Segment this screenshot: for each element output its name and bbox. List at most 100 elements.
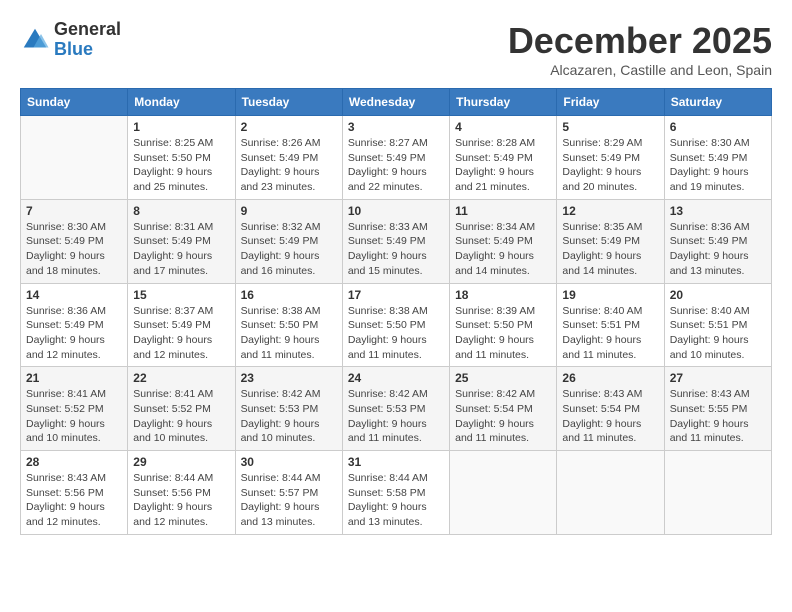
day-number: 16	[241, 288, 337, 302]
calendar-week-row: 21 Sunrise: 8:41 AM Sunset: 5:52 PM Dayli…	[21, 367, 772, 451]
day-number: 30	[241, 455, 337, 469]
weekday-header-saturday: Saturday	[664, 89, 771, 116]
day-info: Sunrise: 8:32 AM Sunset: 5:49 PM Dayligh…	[241, 220, 337, 279]
day-info: Sunrise: 8:27 AM Sunset: 5:49 PM Dayligh…	[348, 136, 444, 195]
day-number: 3	[348, 120, 444, 134]
day-info: Sunrise: 8:30 AM Sunset: 5:49 PM Dayligh…	[670, 136, 766, 195]
calendar-cell: 23 Sunrise: 8:42 AM Sunset: 5:53 PM Dayli…	[235, 367, 342, 451]
title-block: December 2025 Alcazaren, Castille and Le…	[508, 20, 772, 78]
day-info: Sunrise: 8:36 AM Sunset: 5:49 PM Dayligh…	[26, 304, 122, 363]
day-number: 29	[133, 455, 229, 469]
day-number: 21	[26, 371, 122, 385]
calendar-cell: 2 Sunrise: 8:26 AM Sunset: 5:49 PM Daylig…	[235, 116, 342, 200]
weekday-header-sunday: Sunday	[21, 89, 128, 116]
day-number: 17	[348, 288, 444, 302]
day-info: Sunrise: 8:34 AM Sunset: 5:49 PM Dayligh…	[455, 220, 551, 279]
day-number: 10	[348, 204, 444, 218]
day-number: 6	[670, 120, 766, 134]
calendar-cell: 27 Sunrise: 8:43 AM Sunset: 5:55 PM Dayli…	[664, 367, 771, 451]
calendar-cell: 7 Sunrise: 8:30 AM Sunset: 5:49 PM Daylig…	[21, 199, 128, 283]
day-number: 12	[562, 204, 658, 218]
day-info: Sunrise: 8:42 AM Sunset: 5:53 PM Dayligh…	[348, 387, 444, 446]
calendar-cell: 5 Sunrise: 8:29 AM Sunset: 5:49 PM Daylig…	[557, 116, 664, 200]
calendar-week-row: 28 Sunrise: 8:43 AM Sunset: 5:56 PM Dayli…	[21, 451, 772, 535]
calendar-cell: 30 Sunrise: 8:44 AM Sunset: 5:57 PM Dayli…	[235, 451, 342, 535]
calendar-cell: 8 Sunrise: 8:31 AM Sunset: 5:49 PM Daylig…	[128, 199, 235, 283]
day-info: Sunrise: 8:40 AM Sunset: 5:51 PM Dayligh…	[670, 304, 766, 363]
day-number: 7	[26, 204, 122, 218]
logo: General Blue	[20, 20, 121, 60]
day-info: Sunrise: 8:30 AM Sunset: 5:49 PM Dayligh…	[26, 220, 122, 279]
day-info: Sunrise: 8:39 AM Sunset: 5:50 PM Dayligh…	[455, 304, 551, 363]
calendar-cell: 16 Sunrise: 8:38 AM Sunset: 5:50 PM Dayli…	[235, 283, 342, 367]
day-info: Sunrise: 8:25 AM Sunset: 5:50 PM Dayligh…	[133, 136, 229, 195]
day-number: 22	[133, 371, 229, 385]
calendar-cell	[664, 451, 771, 535]
day-number: 14	[26, 288, 122, 302]
day-number: 1	[133, 120, 229, 134]
calendar-cell: 22Sunrise: 8:41 AM Sunset: 5:52 PM Dayli…	[128, 367, 235, 451]
calendar-cell: 18 Sunrise: 8:39 AM Sunset: 5:50 PM Dayli…	[450, 283, 557, 367]
logo-blue-text: Blue	[54, 40, 121, 60]
calendar-cell: 6 Sunrise: 8:30 AM Sunset: 5:49 PM Daylig…	[664, 116, 771, 200]
day-number: 28	[26, 455, 122, 469]
day-number: 27	[670, 371, 766, 385]
calendar-cell: 24 Sunrise: 8:42 AM Sunset: 5:53 PM Dayli…	[342, 367, 449, 451]
calendar-cell: 19Sunrise: 8:40 AM Sunset: 5:51 PM Dayli…	[557, 283, 664, 367]
calendar-cell	[450, 451, 557, 535]
day-info: Sunrise: 8:38 AM Sunset: 5:50 PM Dayligh…	[241, 304, 337, 363]
day-info: Sunrise: 8:43 AM Sunset: 5:55 PM Dayligh…	[670, 387, 766, 446]
day-number: 24	[348, 371, 444, 385]
calendar-body: 1 Sunrise: 8:25 AM Sunset: 5:50 PM Daylig…	[21, 116, 772, 535]
day-info: Sunrise: 8:44 AM Sunset: 5:57 PM Dayligh…	[241, 471, 337, 530]
weekday-header-thursday: Thursday	[450, 89, 557, 116]
calendar-cell: 11 Sunrise: 8:34 AM Sunset: 5:49 PM Dayli…	[450, 199, 557, 283]
day-number: 11	[455, 204, 551, 218]
logo-general-text: General	[54, 20, 121, 40]
day-number: 8	[133, 204, 229, 218]
calendar-cell	[21, 116, 128, 200]
calendar-week-row: 1 Sunrise: 8:25 AM Sunset: 5:50 PM Daylig…	[21, 116, 772, 200]
calendar-cell: 12 Sunrise: 8:35 AM Sunset: 5:49 PM Dayli…	[557, 199, 664, 283]
day-info: Sunrise: 8:44 AM Sunset: 5:58 PM Dayligh…	[348, 471, 444, 530]
day-number: 5	[562, 120, 658, 134]
day-info: Sunrise: 8:29 AM Sunset: 5:49 PM Dayligh…	[562, 136, 658, 195]
day-info: Sunrise: 8:38 AM Sunset: 5:50 PM Dayligh…	[348, 304, 444, 363]
day-info: Sunrise: 8:35 AM Sunset: 5:49 PM Dayligh…	[562, 220, 658, 279]
day-info: Sunrise: 8:37 AM Sunset: 5:49 PM Dayligh…	[133, 304, 229, 363]
page-header: General Blue December 2025 Alcazaren, Ca…	[20, 20, 772, 78]
calendar-cell: 14 Sunrise: 8:36 AM Sunset: 5:49 PM Dayli…	[21, 283, 128, 367]
weekday-header-monday: Monday	[128, 89, 235, 116]
calendar-cell: 3 Sunrise: 8:27 AM Sunset: 5:49 PM Daylig…	[342, 116, 449, 200]
day-info: Sunrise: 8:42 AM Sunset: 5:54 PM Dayligh…	[455, 387, 551, 446]
day-info: Sunrise: 8:43 AM Sunset: 5:56 PM Dayligh…	[26, 471, 122, 530]
calendar-week-row: 7 Sunrise: 8:30 AM Sunset: 5:49 PM Daylig…	[21, 199, 772, 283]
calendar-cell: 25Sunrise: 8:42 AM Sunset: 5:54 PM Dayli…	[450, 367, 557, 451]
day-number: 15	[133, 288, 229, 302]
calendar-cell	[557, 451, 664, 535]
calendar-cell: 29Sunrise: 8:44 AM Sunset: 5:56 PM Dayli…	[128, 451, 235, 535]
day-info: Sunrise: 8:26 AM Sunset: 5:49 PM Dayligh…	[241, 136, 337, 195]
day-info: Sunrise: 8:41 AM Sunset: 5:52 PM Dayligh…	[26, 387, 122, 446]
day-number: 13	[670, 204, 766, 218]
calendar-cell: 10 Sunrise: 8:33 AM Sunset: 5:49 PM Dayli…	[342, 199, 449, 283]
day-info: Sunrise: 8:28 AM Sunset: 5:49 PM Dayligh…	[455, 136, 551, 195]
calendar-cell: 9Sunrise: 8:32 AM Sunset: 5:49 PM Daylig…	[235, 199, 342, 283]
day-info: Sunrise: 8:33 AM Sunset: 5:49 PM Dayligh…	[348, 220, 444, 279]
day-info: Sunrise: 8:42 AM Sunset: 5:53 PM Dayligh…	[241, 387, 337, 446]
day-number: 26	[562, 371, 658, 385]
day-number: 18	[455, 288, 551, 302]
day-number: 31	[348, 455, 444, 469]
day-info: Sunrise: 8:43 AM Sunset: 5:54 PM Dayligh…	[562, 387, 658, 446]
calendar-cell: 4Sunrise: 8:28 AM Sunset: 5:49 PM Daylig…	[450, 116, 557, 200]
calendar-cell: 28 Sunrise: 8:43 AM Sunset: 5:56 PM Dayli…	[21, 451, 128, 535]
calendar-cell: 21 Sunrise: 8:41 AM Sunset: 5:52 PM Dayli…	[21, 367, 128, 451]
calendar-week-row: 14 Sunrise: 8:36 AM Sunset: 5:49 PM Dayli…	[21, 283, 772, 367]
calendar-table: SundayMondayTuesdayWednesdayThursdayFrid…	[20, 88, 772, 535]
day-info: Sunrise: 8:31 AM Sunset: 5:49 PM Dayligh…	[133, 220, 229, 279]
day-number: 2	[241, 120, 337, 134]
weekday-header-wednesday: Wednesday	[342, 89, 449, 116]
day-number: 23	[241, 371, 337, 385]
calendar-cell: 26 Sunrise: 8:43 AM Sunset: 5:54 PM Dayli…	[557, 367, 664, 451]
logo-icon	[20, 25, 50, 55]
